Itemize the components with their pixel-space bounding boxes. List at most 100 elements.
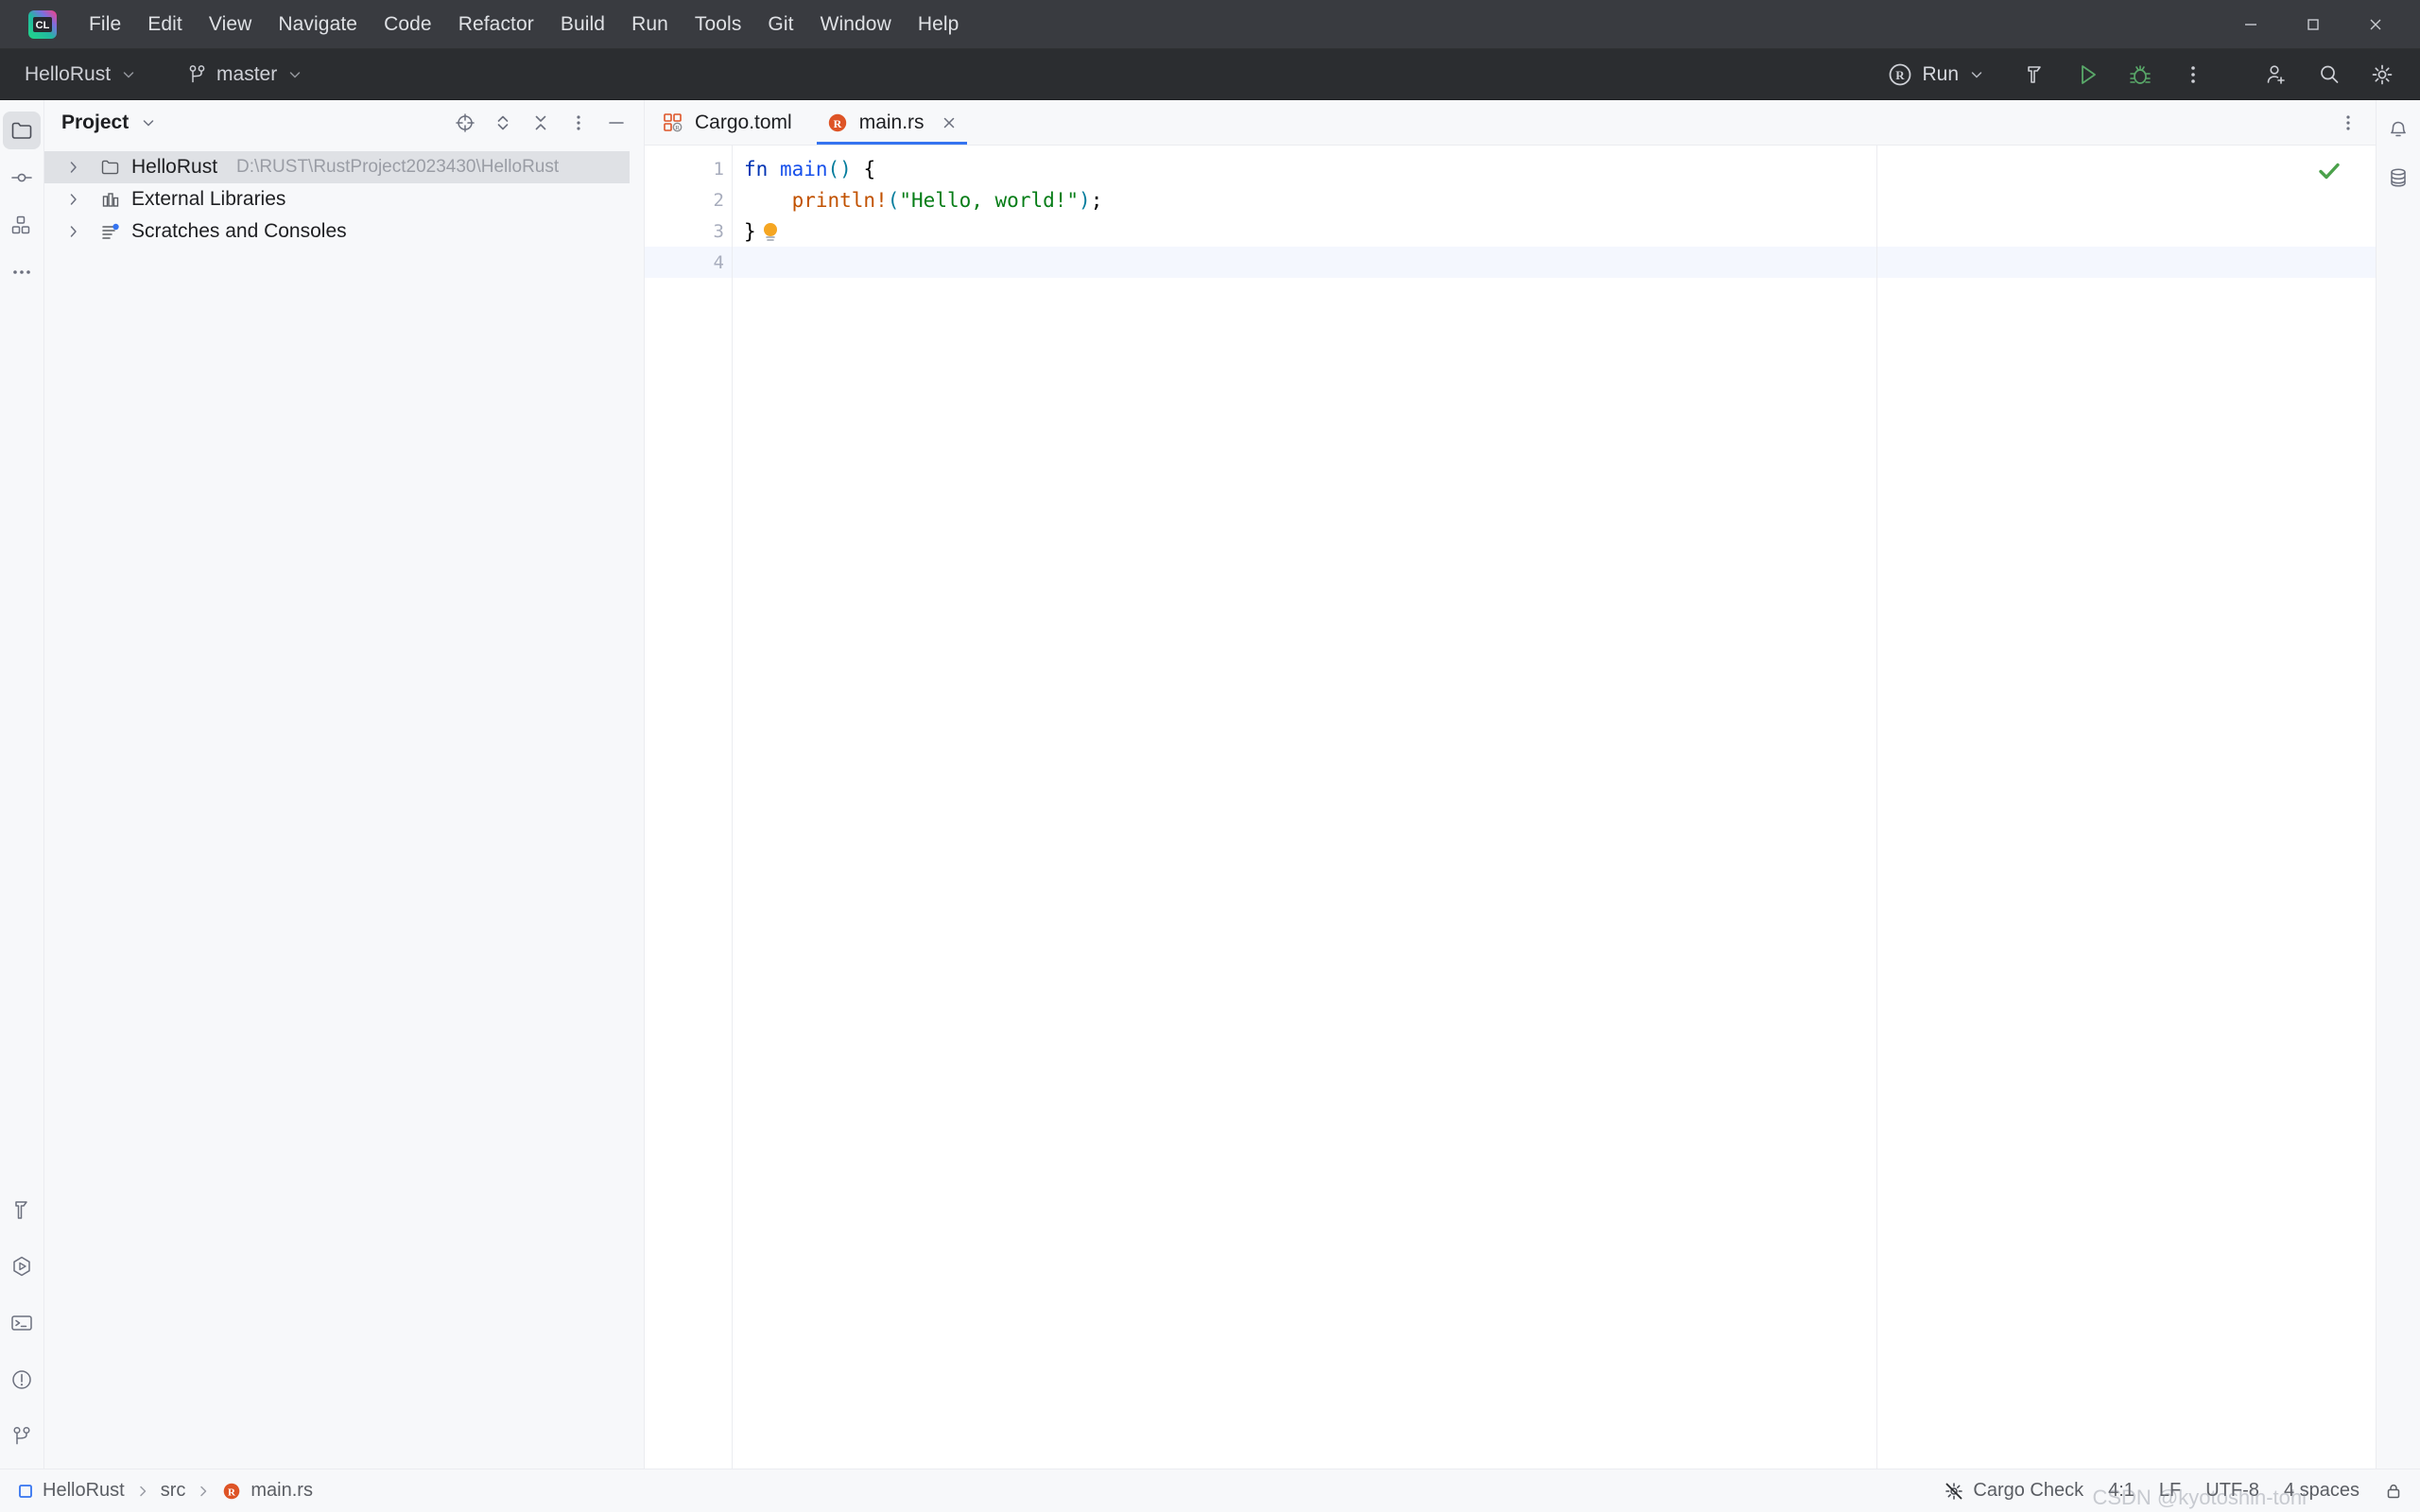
- cargo-check-disabled-icon: [1944, 1481, 1964, 1502]
- svg-text:R: R: [228, 1486, 236, 1498]
- status-label: Cargo Check: [1973, 1480, 2084, 1501]
- chevron-right-icon[interactable]: [65, 159, 82, 176]
- menu-label: Tools: [694, 12, 742, 35]
- sidebar-item-problems[interactable]: [3, 1361, 41, 1399]
- status-indent[interactable]: 4 spaces: [2284, 1480, 2360, 1502]
- menu-item-build[interactable]: Build: [547, 8, 618, 42]
- menu-item-refactor[interactable]: Refactor: [445, 8, 547, 42]
- menu-item-tools[interactable]: Tools: [682, 8, 755, 42]
- menu-item-navigate[interactable]: Navigate: [265, 8, 371, 42]
- tree-node-scratches-and-consoles[interactable]: Scratches and Consoles: [44, 215, 644, 248]
- right-tool-rail: [2376, 100, 2420, 1469]
- token-semicolon: ;: [1090, 188, 1103, 212]
- inspection-status-ok-check-icon[interactable]: [2317, 159, 2342, 183]
- gutter-line-4: 4: [645, 247, 732, 278]
- run-button[interactable]: [2063, 56, 2112, 94]
- chevron-right-icon[interactable]: [65, 191, 82, 208]
- sidebar-item-git[interactable]: [3, 1418, 41, 1455]
- status-file-encoding[interactable]: UTF-8: [2205, 1480, 2259, 1502]
- scratches-icon: [99, 220, 122, 243]
- sidebar-item-database[interactable]: [2379, 159, 2417, 197]
- branch-widget[interactable]: master: [177, 58, 315, 92]
- chevron-down-icon: [286, 66, 303, 83]
- tab-main-rs[interactable]: R main.rs: [809, 100, 975, 145]
- tree-node-hellorust[interactable]: HelloRust D:\RUST\RustProject2023430\Hel…: [44, 151, 630, 183]
- maximize-button[interactable]: [2282, 0, 2344, 49]
- menu-label: Run: [631, 12, 668, 35]
- menu-item-help[interactable]: Help: [905, 8, 973, 42]
- page-title: Project: [61, 112, 130, 133]
- gutter-line-2: 2: [645, 184, 732, 215]
- debug-button[interactable]: [2116, 56, 2165, 94]
- more-actions-button[interactable]: [2169, 56, 2218, 94]
- status-label: 4:1: [2108, 1480, 2135, 1501]
- menu-item-view[interactable]: View: [196, 8, 266, 42]
- menu-item-code[interactable]: Code: [371, 8, 445, 42]
- project-widget[interactable]: HelloRust: [13, 58, 148, 92]
- line-number: 3: [713, 220, 724, 242]
- search-icon[interactable]: [2305, 56, 2354, 94]
- sidebar-item-notifications[interactable]: [2379, 112, 2417, 149]
- tab-cargo-toml[interactable]: R Cargo.toml: [645, 100, 809, 145]
- code-content[interactable]: fn main() { println!("Hello, world!"); }: [733, 146, 2376, 1469]
- menu-label: Navigate: [278, 12, 358, 35]
- breadcrumb-item-main-rs[interactable]: R main.rs: [221, 1480, 313, 1502]
- collapse-chevrons-icon[interactable]: [523, 105, 559, 141]
- sidebar-item-build[interactable]: [3, 1191, 41, 1228]
- more-vertical-icon[interactable]: [2330, 105, 2366, 141]
- menu-item-edit[interactable]: Edit: [134, 8, 196, 42]
- sidebar-item-terminal[interactable]: [3, 1304, 41, 1342]
- sidebar-item-more[interactable]: [3, 253, 41, 291]
- chevron-down-icon: [1968, 66, 1985, 83]
- build-button[interactable]: [2010, 56, 2059, 94]
- sidebar-item-commit[interactable]: [3, 159, 41, 197]
- minimize-dash-icon[interactable]: [598, 105, 634, 141]
- minimize-button[interactable]: [2220, 0, 2282, 49]
- menu-label: Edit: [147, 12, 182, 35]
- code-line-1: fn main() {: [733, 153, 2376, 184]
- expand-chevrons-icon[interactable]: [485, 105, 521, 141]
- locate-target-icon[interactable]: [447, 105, 483, 141]
- menu-label: View: [208, 12, 252, 35]
- editor-gutter[interactable]: 1 2 3 4: [645, 146, 753, 1469]
- menu-item-git[interactable]: Git: [754, 8, 806, 42]
- line-number: 2: [713, 189, 724, 211]
- gear-icon[interactable]: [2358, 56, 2407, 94]
- toolbar-right-actions: R Run: [1878, 56, 2407, 94]
- menu-item-run[interactable]: Run: [618, 8, 682, 42]
- chevron-right-icon[interactable]: [65, 223, 82, 240]
- tree-node-label: External Libraries: [131, 188, 286, 210]
- main-toolbar: HelloRust master R Run: [0, 49, 2420, 100]
- editor-area: R Cargo.toml R main.rs 1 2 3 4 fn main (…: [645, 100, 2376, 1469]
- add-user-icon[interactable]: [2252, 56, 2301, 94]
- breadcrumb-item-src[interactable]: src: [161, 1480, 186, 1502]
- status-caret-position[interactable]: 4:1: [2108, 1480, 2135, 1502]
- sidebar-item-structure[interactable]: [3, 206, 41, 244]
- status-line-separator[interactable]: LF: [2159, 1480, 2181, 1502]
- menu-item-window[interactable]: Window: [807, 8, 905, 42]
- clion-ide-window: CL File Edit View Navigate Code Refactor…: [0, 0, 2420, 1512]
- close-icon[interactable]: [941, 114, 958, 131]
- lock-icon: [2384, 1482, 2403, 1501]
- status-cargo-check[interactable]: Cargo Check: [1944, 1480, 2083, 1502]
- chevron-down-icon[interactable]: [140, 114, 157, 131]
- tree-node-external-libraries[interactable]: External Libraries: [44, 183, 644, 215]
- sidebar-item-run[interactable]: [3, 1247, 41, 1285]
- sidebar-item-project[interactable]: [3, 112, 41, 149]
- status-readonly-toggle[interactable]: [2384, 1482, 2403, 1501]
- intention-bulb-icon[interactable]: [760, 220, 781, 243]
- run-configuration-selector[interactable]: R Run: [1878, 58, 1996, 92]
- token-macro: println!: [791, 188, 888, 212]
- project-widget-label: HelloRust: [25, 62, 112, 85]
- branch-widget-label: master: [216, 62, 278, 85]
- chevron-right-icon: [135, 1484, 150, 1499]
- menu-item-file[interactable]: File: [76, 8, 134, 42]
- more-vertical-icon[interactable]: [561, 105, 596, 141]
- code-editor[interactable]: 1 2 3 4 fn main () {println! ("Hello, …: [645, 146, 2376, 1469]
- menu-label: Refactor: [458, 12, 534, 35]
- tab-label: Cargo.toml: [695, 111, 792, 133]
- close-button[interactable]: [2344, 0, 2407, 49]
- menu-label: Window: [820, 12, 891, 35]
- breadcrumb-item-hellorust[interactable]: HelloRust: [17, 1480, 125, 1502]
